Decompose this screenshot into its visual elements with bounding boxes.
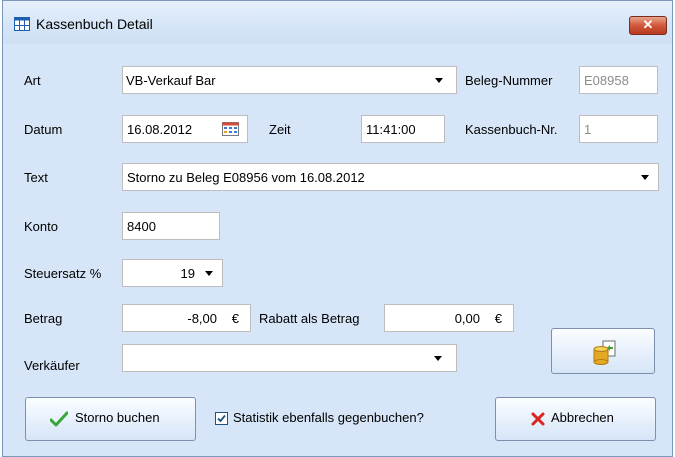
steuersatz-value: 19 bbox=[180, 266, 195, 281]
close-button[interactable]: ✕ bbox=[629, 16, 667, 35]
chevron-down-icon bbox=[641, 175, 649, 180]
datum-value: 16.08.2012 bbox=[127, 122, 193, 137]
verkaeufer-label: Verkäufer bbox=[24, 358, 80, 373]
abbrechen-label: Abbrechen bbox=[551, 410, 614, 425]
konto-value: 8400 bbox=[127, 219, 156, 234]
storno-buchen-button[interactable]: Storno buchen bbox=[25, 397, 196, 441]
abbrechen-button[interactable]: Abbrechen bbox=[495, 397, 656, 441]
beleg-nummer-label: Beleg-Nummer bbox=[465, 73, 553, 88]
calendar-icon[interactable] bbox=[222, 122, 239, 136]
konto-field[interactable]: 8400 bbox=[122, 212, 220, 240]
steuersatz-label: Steuersatz % bbox=[24, 266, 102, 281]
storno-buchen-label: Storno buchen bbox=[75, 410, 160, 425]
chevron-down-icon bbox=[205, 271, 213, 276]
kassenbuch-nr-field[interactable]: 1 bbox=[579, 115, 658, 143]
text-label: Text bbox=[24, 170, 48, 185]
kassenbuch-nr-label: Kassenbuch-Nr. bbox=[465, 122, 558, 137]
zeit-field[interactable]: 11:41:00 bbox=[361, 115, 445, 143]
table-icon bbox=[14, 17, 30, 31]
kassenbuch-nr-value: 1 bbox=[584, 122, 592, 137]
konto-label: Konto bbox=[24, 219, 58, 234]
dialog-window: Kassenbuch Detail ✕ Art VB-Verkauf Bar B… bbox=[2, 0, 673, 457]
chevron-down-icon bbox=[435, 78, 443, 83]
checkmark-icon bbox=[49, 411, 69, 427]
statistik-checkbox[interactable] bbox=[215, 412, 228, 425]
datum-field[interactable]: 16.08.2012 bbox=[122, 115, 248, 143]
text-select[interactable]: Storno zu Beleg E08956 vom 16.08.2012 bbox=[122, 163, 659, 191]
database-export-icon bbox=[592, 339, 618, 365]
database-export-button[interactable] bbox=[551, 328, 655, 374]
betrag-label: Betrag bbox=[24, 311, 63, 326]
datum-label: Datum bbox=[24, 122, 63, 137]
title-bar: Kassenbuch Detail ✕ bbox=[3, 1, 672, 44]
betrag-value: -8,00 bbox=[187, 311, 217, 326]
art-select[interactable]: VB-Verkauf Bar bbox=[122, 66, 457, 94]
betrag-field[interactable]: -8,00 € bbox=[122, 304, 251, 332]
window-title: Kassenbuch Detail bbox=[36, 16, 153, 32]
beleg-nummer-value: E08958 bbox=[584, 73, 629, 88]
chevron-down-icon bbox=[434, 356, 442, 361]
steuersatz-select[interactable]: 19 bbox=[122, 259, 223, 287]
rabatt-value: 0,00 bbox=[454, 311, 480, 326]
checkmark-icon bbox=[217, 414, 226, 423]
text-value: Storno zu Beleg E08956 vom 16.08.2012 bbox=[127, 170, 365, 185]
verkaeufer-select[interactable] bbox=[122, 344, 457, 372]
beleg-nummer-field[interactable]: E08958 bbox=[579, 66, 658, 94]
red-x-icon bbox=[530, 411, 546, 427]
zeit-label: Zeit bbox=[269, 122, 291, 137]
close-icon: ✕ bbox=[642, 17, 654, 32]
zeit-value: 11:41:00 bbox=[366, 122, 416, 137]
rabatt-field[interactable]: 0,00 € bbox=[384, 304, 514, 332]
rabatt-label: Rabatt als Betrag bbox=[259, 311, 360, 326]
betrag-currency: € bbox=[231, 311, 239, 326]
art-label: Art bbox=[24, 73, 41, 88]
statistik-label[interactable]: Statistik ebenfalls gegenbuchen? bbox=[233, 410, 424, 425]
rabatt-currency: € bbox=[494, 311, 502, 326]
art-value: VB-Verkauf Bar bbox=[126, 73, 216, 88]
